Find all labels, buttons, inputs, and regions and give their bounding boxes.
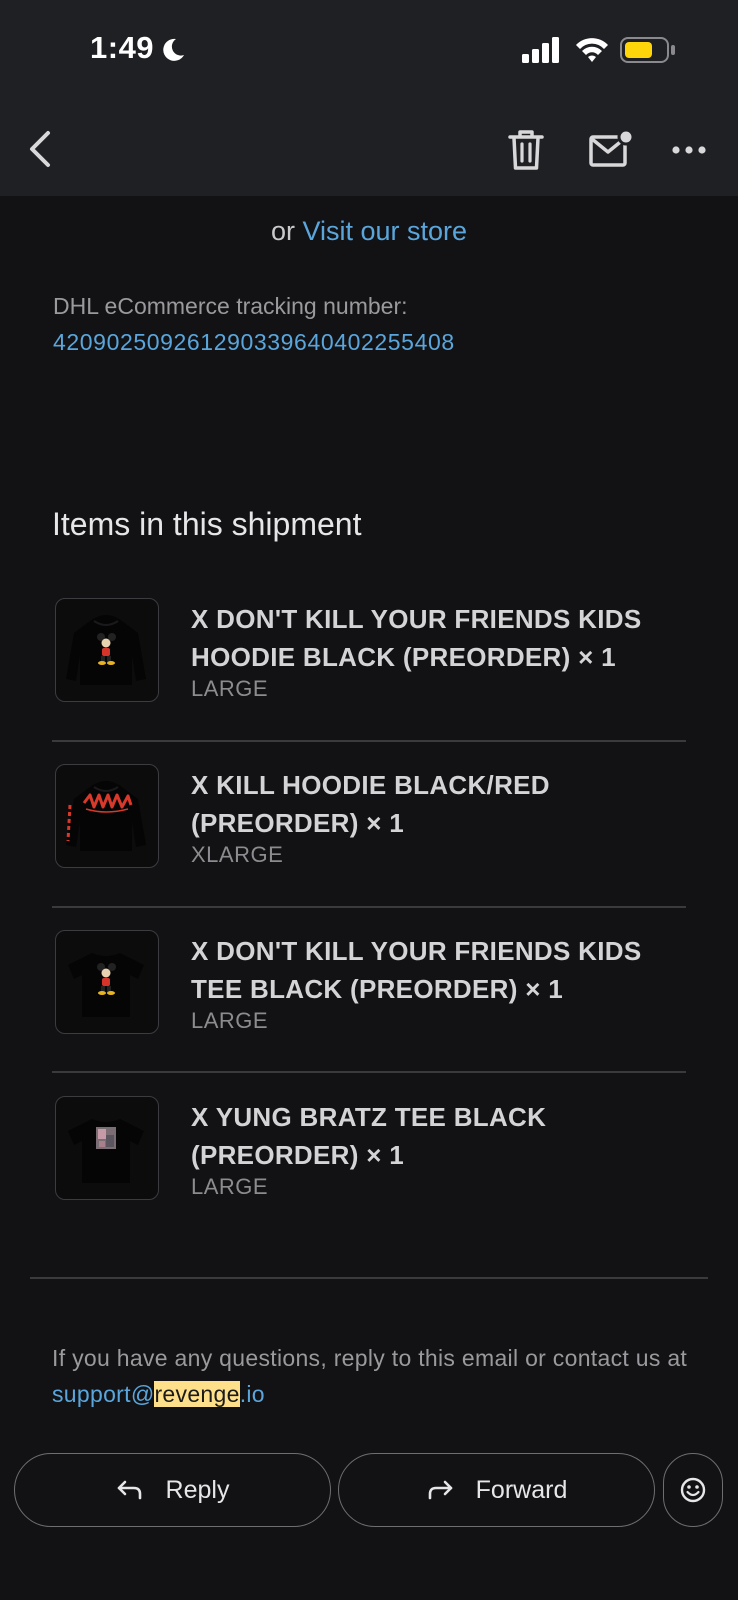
forward-label: Forward (475, 1475, 568, 1504)
trash-icon[interactable] (506, 128, 546, 172)
mail-unread-icon[interactable] (588, 128, 634, 170)
items-heading: Items in this shipment (52, 506, 362, 542)
support-email-link[interactable]: support@revenge.io (52, 1381, 265, 1407)
battery-icon (620, 37, 675, 63)
item-divider (52, 740, 686, 742)
item-divider (52, 1071, 686, 1073)
wifi-icon (576, 38, 608, 62)
back-chevron-icon[interactable] (20, 127, 60, 171)
item-size: LARGE (191, 1008, 269, 1033)
top-app-bar: 1:49 (0, 0, 738, 196)
visit-store-link[interactable]: Visit our store (302, 216, 467, 246)
product-image-hoodie-revenge (55, 764, 159, 868)
reply-arrow-icon (117, 1480, 141, 1500)
tracking-number-link[interactable]: 420902509261290339640402255408 (53, 329, 455, 356)
item-title: X DON'T KILL YOUR FRIENDS KIDS HOODIE BL… (191, 604, 642, 672)
shipment-item: X DON'T KILL YOUR FRIENDS KIDS HOODIE BL… (52, 598, 686, 724)
shipment-item: X YUNG BRATZ TEE BLACK (PREORDER) × 1 LA… (52, 1096, 686, 1222)
reply-button[interactable]: Reply (14, 1453, 331, 1527)
product-image-tee-photo (55, 1096, 159, 1200)
item-title: X KILL HOODIE BLACK/RED (PREORDER) × 1 (191, 770, 550, 838)
support-footer: If you have any questions, reply to this… (52, 1340, 692, 1412)
section-divider (30, 1277, 708, 1279)
search-highlight: revenge (154, 1381, 240, 1407)
item-title: X YUNG BRATZ TEE BLACK (PREORDER) × 1 (191, 1102, 547, 1170)
cellular-signal-icon (522, 37, 559, 63)
support-email-prefix: support@ (52, 1381, 155, 1407)
shipment-item: X DON'T KILL YOUR FRIENDS KIDS TEE BLACK… (52, 930, 686, 1056)
more-horizontal-icon[interactable] (670, 138, 710, 162)
footer-text: If you have any questions, reply to this… (52, 1345, 688, 1371)
emoji-reaction-button[interactable] (663, 1453, 723, 1527)
shipment-item: X KILL HOODIE BLACK/RED (PREORDER) × 1 X… (52, 764, 686, 890)
item-size: LARGE (191, 676, 269, 701)
reply-label: Reply (165, 1475, 230, 1504)
product-image-tee-mickey (55, 930, 159, 1034)
tracking-label: DHL eCommerce tracking number: (53, 293, 408, 319)
do-not-disturb-moon-icon (163, 38, 184, 61)
or-text: or (270, 216, 303, 246)
item-divider (52, 906, 686, 908)
item-size: LARGE (191, 1174, 269, 1199)
product-image-hoodie-mickey (55, 598, 159, 702)
status-time: 1:49 (90, 30, 155, 65)
support-email-suffix: .io (239, 1381, 265, 1407)
forward-arrow-icon (428, 1480, 452, 1500)
forward-button[interactable]: Forward (338, 1453, 655, 1527)
smiley-icon (680, 1477, 706, 1503)
item-size: XLARGE (191, 842, 284, 867)
visit-store-line: or Visit our store (0, 216, 738, 247)
item-title: X DON'T KILL YOUR FRIENDS KIDS TEE BLACK… (191, 936, 642, 1004)
